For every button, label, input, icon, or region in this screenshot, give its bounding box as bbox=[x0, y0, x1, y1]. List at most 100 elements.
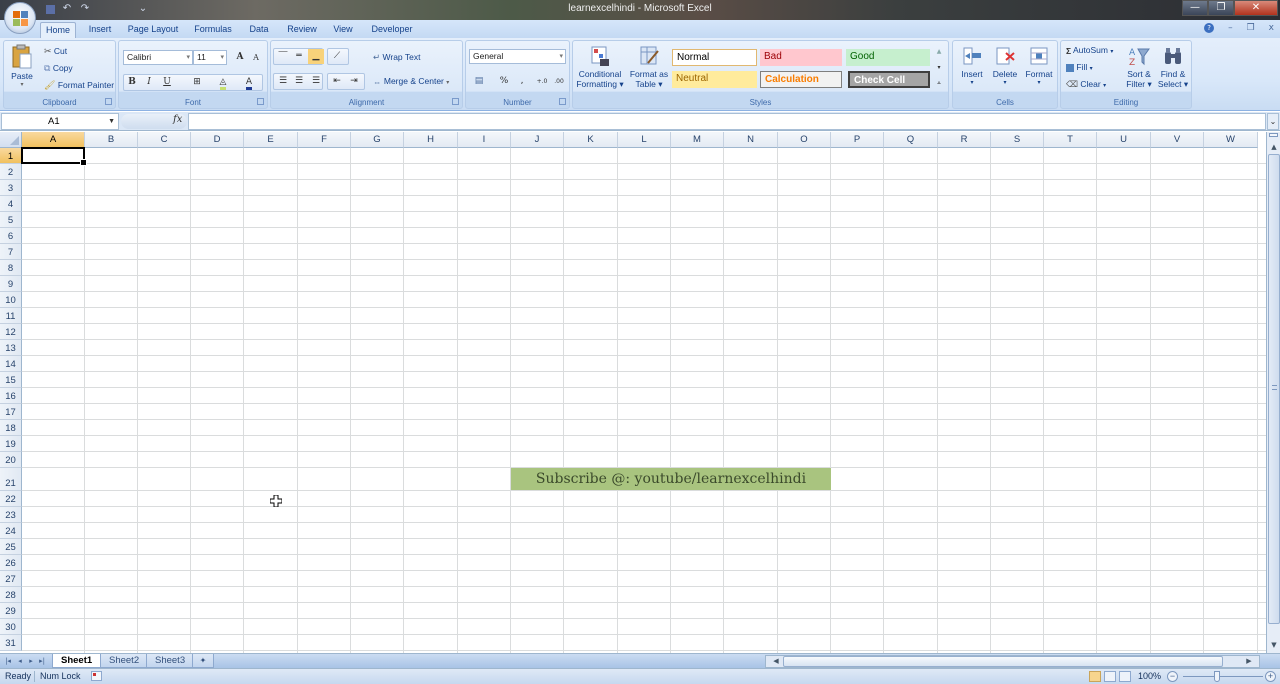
column-header[interactable]: H bbox=[404, 132, 458, 148]
format-painter-button[interactable]: 🖌 Format Painter bbox=[44, 80, 114, 91]
page-layout-view-button[interactable] bbox=[1104, 671, 1116, 682]
row-header[interactable]: 8 bbox=[0, 260, 22, 276]
font-size-combo[interactable]: 11 ▾ bbox=[193, 50, 227, 65]
format-as-table-button[interactable]: Format as Table ▾ bbox=[627, 45, 671, 90]
wrap-text-button[interactable]: ↵ Wrap Text bbox=[373, 52, 420, 63]
sheet-tab-sheet1[interactable]: Sheet1 bbox=[52, 654, 102, 668]
style-neutral[interactable]: Neutral bbox=[672, 71, 757, 88]
paste-dropdown-icon[interactable]: ▾ bbox=[7, 81, 37, 88]
normal-view-button[interactable] bbox=[1089, 671, 1101, 682]
chevron-down-icon[interactable]: ▼ bbox=[108, 114, 115, 129]
increase-decimal-button[interactable]: +.0 bbox=[534, 74, 550, 89]
workbook-restore-button[interactable]: ❐ bbox=[1247, 23, 1255, 33]
row-header[interactable]: 25 bbox=[0, 539, 22, 555]
accounting-format-button[interactable]: ▤ bbox=[471, 74, 487, 89]
row-header[interactable]: 3 bbox=[0, 180, 22, 196]
row-header[interactable]: 11 bbox=[0, 308, 22, 324]
tab-page-layout[interactable]: Page Layout bbox=[124, 22, 182, 38]
style-calculation[interactable]: Calculation bbox=[760, 71, 842, 88]
help-icon[interactable]: ? bbox=[1204, 23, 1215, 33]
merge-center-button[interactable]: ⇔ Merge & Center ▾ bbox=[373, 76, 449, 87]
zoom-in-button[interactable]: + bbox=[1265, 671, 1276, 682]
tab-insert[interactable]: Insert bbox=[84, 22, 116, 38]
expand-formula-bar-button[interactable]: ⌄ bbox=[1267, 113, 1279, 130]
bold-button[interactable]: B bbox=[124, 75, 140, 90]
row-header[interactable]: 1 bbox=[0, 148, 22, 164]
row-header[interactable]: 27 bbox=[0, 571, 22, 587]
row-header[interactable]: 6 bbox=[0, 228, 22, 244]
tab-developer[interactable]: Developer bbox=[366, 22, 418, 38]
column-header[interactable]: W bbox=[1204, 132, 1258, 148]
zoom-slider-track[interactable] bbox=[1183, 676, 1263, 677]
column-header[interactable]: U bbox=[1097, 132, 1151, 148]
sort-filter-button[interactable]: AZ Sort & Filter ▾ bbox=[1123, 45, 1155, 90]
borders-button[interactable]: ⊞ bbox=[189, 75, 205, 90]
worksheet-grid[interactable]: A B C D E F G H I J K L M N O P Q R S T U V W 1 2 3 4 5 6 7 8 9 10 11 12 13… bbox=[0, 132, 1266, 653]
insert-cells-button[interactable]: Insert ▾ bbox=[956, 45, 988, 86]
tab-formulas[interactable]: Formulas bbox=[190, 22, 236, 38]
grow-font-button[interactable]: A bbox=[232, 50, 248, 65]
fill-button[interactable]: Fill ▾ bbox=[1066, 62, 1093, 72]
top-align-button[interactable]: ⎺ bbox=[275, 49, 291, 64]
column-header[interactable]: P bbox=[831, 132, 884, 148]
restore-button[interactable]: ❐ bbox=[1208, 0, 1234, 16]
row-header[interactable]: 12 bbox=[0, 324, 22, 340]
column-header[interactable]: C bbox=[138, 132, 191, 148]
column-header[interactable]: N bbox=[724, 132, 778, 148]
number-dialog-launcher[interactable] bbox=[559, 98, 566, 105]
column-header[interactable]: T bbox=[1044, 132, 1097, 148]
close-button[interactable]: ✕ bbox=[1234, 0, 1278, 16]
column-header[interactable]: B bbox=[85, 132, 138, 148]
decrease-indent-button[interactable]: ⇤ bbox=[329, 74, 345, 89]
formula-input[interactable] bbox=[188, 113, 1266, 130]
tab-data[interactable]: Data bbox=[244, 22, 274, 38]
find-select-button[interactable]: Find & Select ▾ bbox=[1157, 45, 1189, 90]
increase-indent-button[interactable]: ⇥ bbox=[346, 74, 362, 89]
split-box[interactable] bbox=[1269, 133, 1278, 137]
row-header[interactable]: 31 bbox=[0, 635, 22, 651]
column-header[interactable]: D bbox=[191, 132, 244, 148]
zoom-out-button[interactable]: − bbox=[1167, 671, 1178, 682]
column-header[interactable]: E bbox=[244, 132, 298, 148]
scroll-right-button[interactable]: ▶ bbox=[1243, 656, 1255, 667]
insert-function-button[interactable]: fx bbox=[173, 114, 182, 125]
row-header[interactable]: 17 bbox=[0, 404, 22, 420]
row-header[interactable]: 13 bbox=[0, 340, 22, 356]
page-break-view-button[interactable] bbox=[1119, 671, 1131, 682]
scroll-down-button[interactable]: ▼ bbox=[1268, 638, 1280, 652]
clear-button[interactable]: ⌫ Clear ▾ bbox=[1066, 79, 1106, 90]
horizontal-scrollbar[interactable]: ◀ ▶ bbox=[765, 655, 1260, 668]
cut-button[interactable]: ✂ Cut bbox=[44, 46, 67, 57]
column-header[interactable]: M bbox=[671, 132, 724, 148]
styles-scroll-down-button[interactable]: ▾ bbox=[933, 60, 945, 74]
zoom-slider-thumb[interactable] bbox=[1214, 671, 1220, 682]
format-cells-button[interactable]: Format ▾ bbox=[1022, 45, 1056, 86]
vertical-scrollbar[interactable]: ▲ ▼ bbox=[1266, 132, 1280, 653]
underline-button[interactable]: U bbox=[159, 75, 175, 90]
column-header[interactable]: Q bbox=[884, 132, 938, 148]
row-header[interactable]: 30 bbox=[0, 619, 22, 635]
column-header[interactable]: K bbox=[564, 132, 618, 148]
scroll-left-button[interactable]: ◀ bbox=[770, 656, 782, 667]
number-format-combo[interactable]: General ▾ bbox=[469, 49, 566, 64]
clipboard-dialog-launcher[interactable] bbox=[105, 98, 112, 105]
italic-button[interactable]: I bbox=[141, 75, 157, 90]
office-button[interactable] bbox=[4, 2, 36, 34]
column-header[interactable]: L bbox=[618, 132, 671, 148]
row-header[interactable]: 15 bbox=[0, 372, 22, 388]
next-sheet-button[interactable]: ▸ bbox=[26, 655, 36, 667]
prev-sheet-button[interactable]: ◂ bbox=[15, 655, 25, 667]
middle-align-button[interactable]: ═ bbox=[291, 49, 307, 64]
tab-view[interactable]: View bbox=[328, 22, 358, 38]
paste-button[interactable]: Paste ▾ bbox=[7, 44, 37, 88]
name-box[interactable]: A1 ▼ bbox=[1, 113, 119, 130]
active-cell[interactable] bbox=[21, 147, 87, 166]
row-header[interactable]: 21 bbox=[0, 468, 22, 491]
column-header[interactable]: F bbox=[298, 132, 351, 148]
conditional-formatting-button[interactable]: Conditional Formatting ▾ bbox=[576, 45, 624, 90]
tab-review[interactable]: Review bbox=[282, 22, 322, 38]
zoom-level[interactable]: 100% bbox=[1138, 669, 1161, 684]
column-header[interactable]: I bbox=[458, 132, 511, 148]
first-sheet-button[interactable]: |◂ bbox=[3, 655, 13, 667]
style-bad[interactable]: Bad bbox=[760, 49, 842, 66]
